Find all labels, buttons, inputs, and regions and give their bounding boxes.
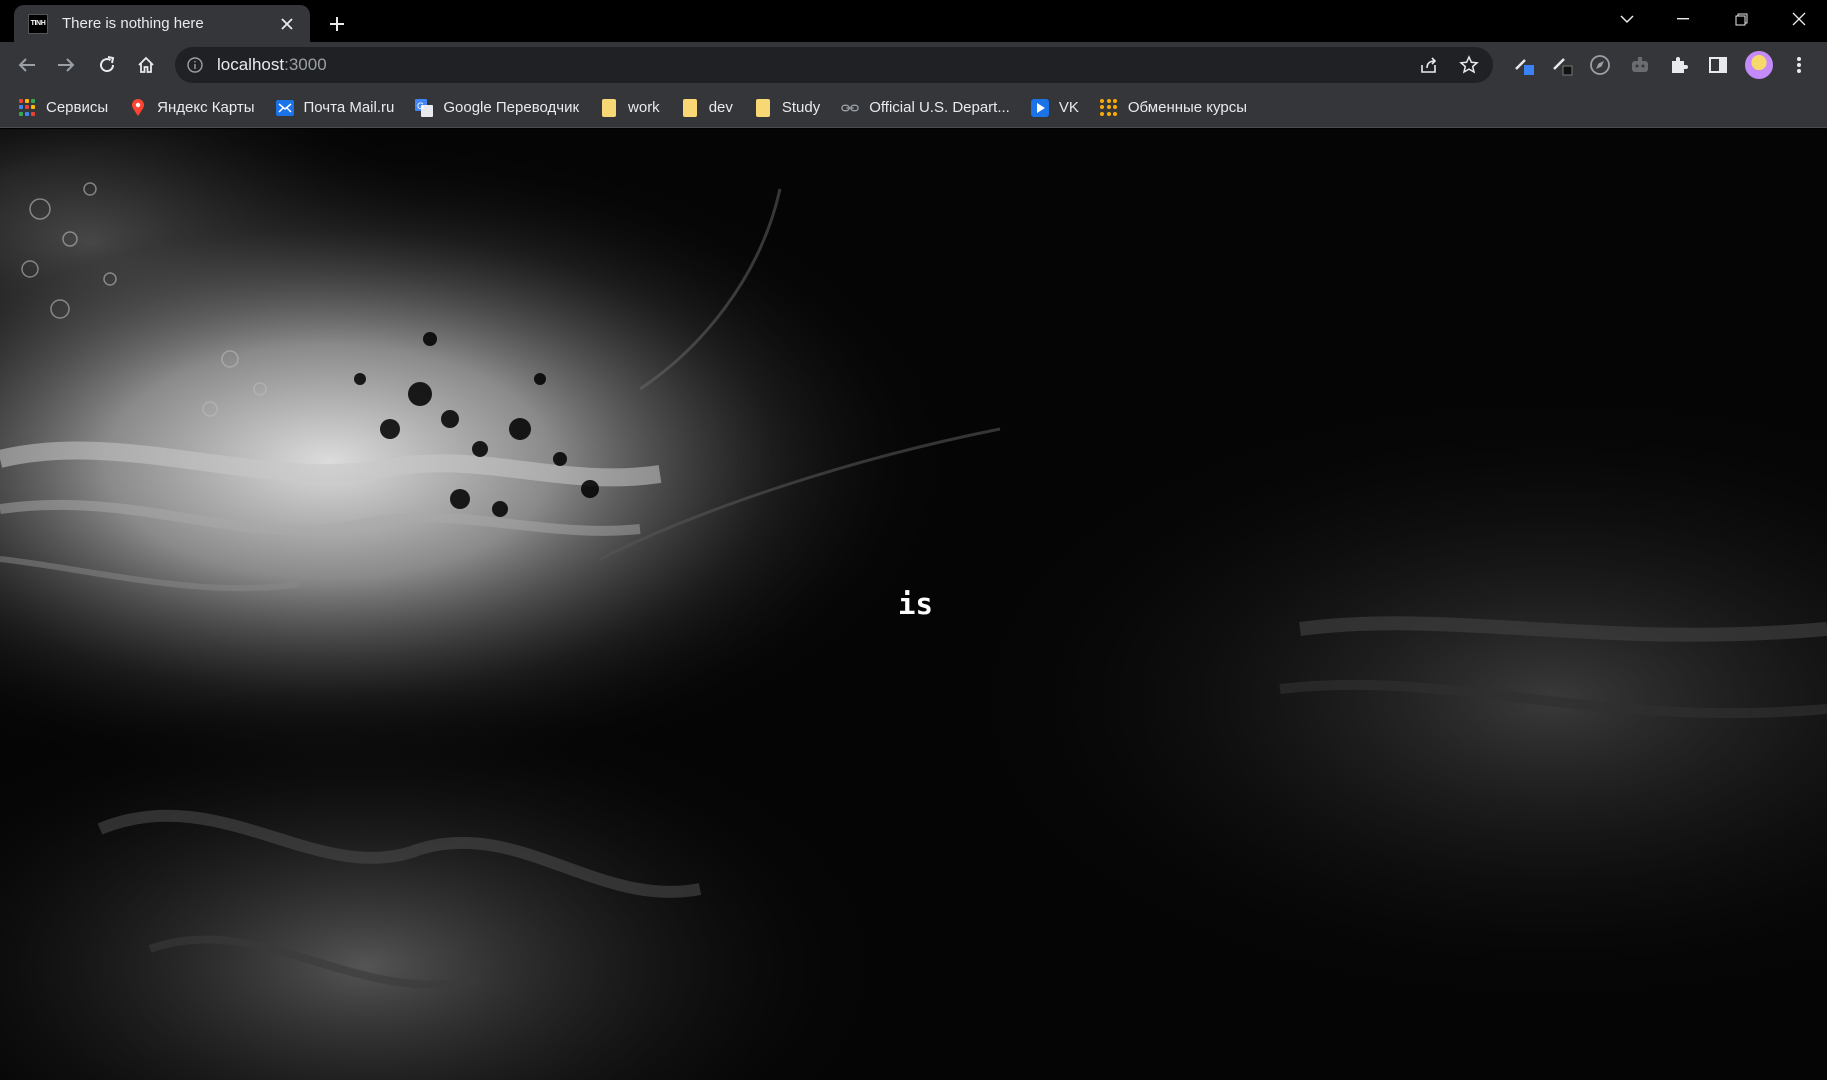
forward-button[interactable]	[50, 49, 82, 81]
folder-icon	[681, 98, 699, 117]
bookmark-mail-ru[interactable]: Почта Mail.ru	[275, 93, 404, 123]
map-pin-icon	[129, 98, 147, 117]
center-word: is	[898, 587, 933, 621]
home-icon	[138, 56, 154, 73]
chevron-down-icon	[1620, 15, 1634, 24]
new-tab-button[interactable]	[322, 9, 352, 39]
avatar	[1745, 51, 1773, 79]
kebab-menu-icon	[1797, 57, 1801, 73]
robot-icon	[1632, 57, 1648, 72]
reload-button[interactable]	[91, 49, 123, 81]
bookmarks-bar: Сервисы Яндекс Карты Почта Mail.ru G Goo…	[0, 88, 1827, 128]
bookmark-us-department[interactable]: Official U.S. Depart...	[841, 93, 1019, 123]
pen-icon	[1553, 58, 1573, 76]
bookmark-folder-study[interactable]: Study	[754, 93, 829, 123]
compass-icon	[1590, 55, 1610, 75]
bookmark-label: Сервисы	[46, 99, 109, 116]
info-icon[interactable]	[187, 57, 203, 73]
tab-search-button[interactable]	[1598, 0, 1656, 38]
address-bar[interactable]: localhost:3000	[175, 47, 1493, 83]
bookmark-folder-work[interactable]: work	[600, 93, 669, 123]
bookmark-vk[interactable]: VK	[1030, 93, 1088, 123]
tab-favicon: TINH	[28, 13, 48, 34]
extensions-button[interactable]	[1663, 49, 1695, 81]
plus-icon	[330, 17, 344, 31]
side-panel-button[interactable]	[1702, 49, 1734, 81]
play-icon	[1030, 98, 1049, 117]
bookmark-exchange-rates[interactable]: Обменные курсы	[1100, 93, 1256, 123]
bookmark-google-translate[interactable]: G Google Переводчик	[415, 93, 588, 123]
bookmark-label: Study	[781, 99, 821, 116]
bookmark-label: Яндекс Карты	[157, 99, 255, 116]
bookmark-label: Почта Mail.ru	[303, 99, 395, 116]
minimize-button[interactable]	[1654, 0, 1712, 38]
tab-strip: TINH There is nothing here	[0, 0, 1827, 42]
share-icon	[1421, 57, 1437, 73]
folder-icon	[600, 98, 618, 117]
apps-grid-icon	[18, 99, 36, 117]
folder-icon	[754, 98, 772, 117]
arrow-left-icon	[18, 58, 35, 72]
url-host: localhost	[217, 55, 285, 74]
url-port: :3000	[284, 55, 327, 74]
home-button[interactable]	[130, 49, 162, 81]
extension-robot[interactable]	[1624, 49, 1656, 81]
bookmark-label: VK	[1058, 99, 1079, 116]
minimize-icon	[1677, 18, 1689, 20]
translate-icon: G	[415, 98, 434, 117]
extension-color-picker[interactable]	[1508, 49, 1540, 81]
profile-button[interactable]	[1743, 49, 1775, 81]
arrow-right-icon	[58, 58, 75, 72]
bookmark-label: work	[628, 99, 660, 116]
tab-active[interactable]: TINH There is nothing here	[14, 5, 310, 42]
bookmark-services[interactable]: Сервисы	[18, 93, 117, 123]
window-close-button[interactable]	[1770, 0, 1827, 38]
star-icon	[1459, 55, 1479, 74]
bookmark-label: Обменные курсы	[1127, 99, 1247, 116]
bookmark-label: Google Переводчик	[443, 99, 580, 116]
menu-button[interactable]	[1783, 49, 1815, 81]
share-button[interactable]	[1413, 47, 1445, 83]
extension-pen[interactable]	[1546, 49, 1578, 81]
reload-icon	[100, 56, 115, 73]
tab-title: There is nothing here	[62, 15, 204, 32]
restore-icon	[1735, 13, 1747, 25]
toolbar: localhost:3000	[0, 42, 1827, 88]
puzzle-icon	[1672, 57, 1688, 73]
close-icon	[1792, 12, 1806, 26]
extension-compass[interactable]	[1584, 49, 1616, 81]
close-icon[interactable]	[276, 13, 298, 35]
grid-dots-icon	[1100, 99, 1118, 117]
back-button[interactable]	[11, 49, 43, 81]
side-panel-icon	[1709, 57, 1727, 73]
url-text[interactable]: localhost:3000	[217, 55, 327, 75]
mail-icon	[275, 99, 294, 117]
page-viewport: is	[0, 129, 1827, 1080]
svg-text:G: G	[417, 101, 424, 111]
bookmark-star-button[interactable]	[1453, 47, 1485, 83]
bookmark-folder-dev[interactable]: dev	[681, 93, 742, 123]
bookmark-label: dev	[708, 99, 733, 116]
eyedropper-icon	[1515, 59, 1534, 75]
bookmark-label: Official U.S. Depart...	[869, 99, 1010, 116]
bookmark-yandex-maps[interactable]: Яндекс Карты	[129, 93, 263, 123]
link-icon	[841, 99, 860, 117]
restore-button[interactable]	[1712, 0, 1770, 38]
